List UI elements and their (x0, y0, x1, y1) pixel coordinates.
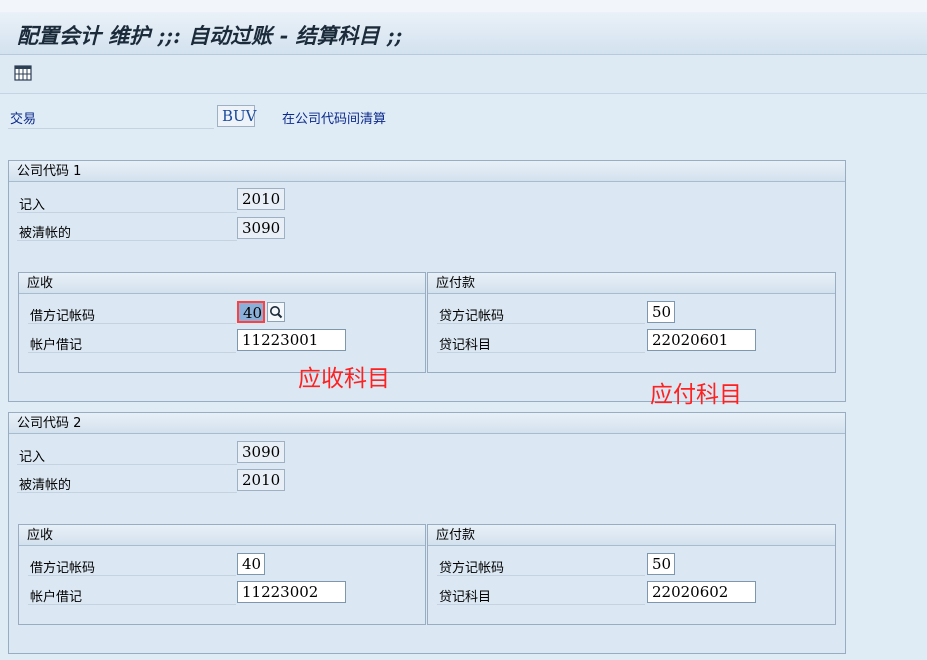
c2-debit-key-field[interactable]: 40 (237, 553, 265, 575)
label-underline (17, 492, 237, 493)
c2-posted-label: 记入 (19, 450, 46, 465)
c2-credit-key-field[interactable]: 50 (647, 553, 675, 575)
company-code-2-title: 公司代码 2 (9, 413, 845, 434)
c1-debit-account-label: 帐户借记 (30, 338, 83, 353)
c1-cleared-field: 3090 (237, 217, 285, 239)
c1-posted-label: 记入 (19, 198, 46, 213)
c2-payable-title: 应付款 (428, 525, 835, 546)
label-underline (28, 323, 236, 324)
table-settings-icon[interactable] (13, 63, 33, 83)
label-underline (17, 212, 237, 213)
c2-credit-account-label: 贷记科目 (439, 590, 492, 605)
c2-receivable-title: 应收 (19, 525, 425, 546)
c2-posted-field: 3090 (237, 441, 285, 463)
c2-cleared-field: 2010 (237, 469, 285, 491)
c2-debit-account-field[interactable]: 11223002 (237, 581, 346, 603)
label-underline (17, 240, 237, 241)
c2-credit-account-field[interactable]: 22020602 (647, 581, 756, 603)
label-underline (8, 128, 214, 129)
company-code-1-title: 公司代码 1 (9, 161, 845, 182)
main-area: 交易 BUV 在公司代码间清算 公司代码 1 记入 2010 被清帐的 3090… (0, 94, 927, 660)
c1-receivable-title: 应收 (19, 273, 425, 294)
transaction-label: 交易 (10, 112, 37, 127)
c1-credit-account-label: 贷记科目 (439, 338, 492, 353)
label-underline (437, 575, 645, 576)
c1-cleared-label: 被清帐的 (19, 226, 72, 241)
receivable-annotation: 应收科目 (298, 366, 390, 392)
payable-annotation: 应付科目 (650, 382, 742, 408)
c1-payable-title: 应付款 (428, 273, 835, 294)
c2-cleared-label: 被清帐的 (19, 478, 72, 493)
window-title: 配置会计 维护 ;;: 自动过账 - 结算科目 ;; (17, 23, 403, 48)
title-bar: 配置会计 维护 ;;: 自动过账 - 结算科目 ;; (0, 12, 927, 55)
label-underline (437, 323, 645, 324)
label-underline (28, 604, 236, 605)
label-underline (28, 352, 236, 353)
c1-credit-account-field[interactable]: 22020601 (647, 329, 756, 351)
c1-debit-account-field[interactable]: 11223001 (237, 329, 346, 351)
c2-debit-account-label: 帐户借记 (30, 590, 83, 605)
c1-debit-key-label: 借方记帐码 (30, 309, 96, 324)
top-strip (0, 0, 927, 12)
label-underline (437, 604, 645, 605)
c1-posted-field: 2010 (237, 188, 285, 210)
c1-credit-key-label: 贷方记帐码 (439, 309, 505, 324)
label-underline (437, 352, 645, 353)
label-underline (28, 575, 236, 576)
application-toolbar (0, 55, 927, 94)
transaction-description: 在公司代码间清算 (282, 112, 387, 127)
transaction-field: BUV (217, 105, 257, 127)
label-underline (17, 464, 237, 465)
c2-debit-key-label: 借方记帐码 (30, 561, 96, 576)
c1-debit-key-field[interactable]: 40 (237, 301, 265, 323)
search-help-icon[interactable] (267, 302, 285, 322)
c1-credit-key-field[interactable]: 50 (647, 301, 675, 323)
c2-credit-key-label: 贷方记帐码 (439, 561, 505, 576)
